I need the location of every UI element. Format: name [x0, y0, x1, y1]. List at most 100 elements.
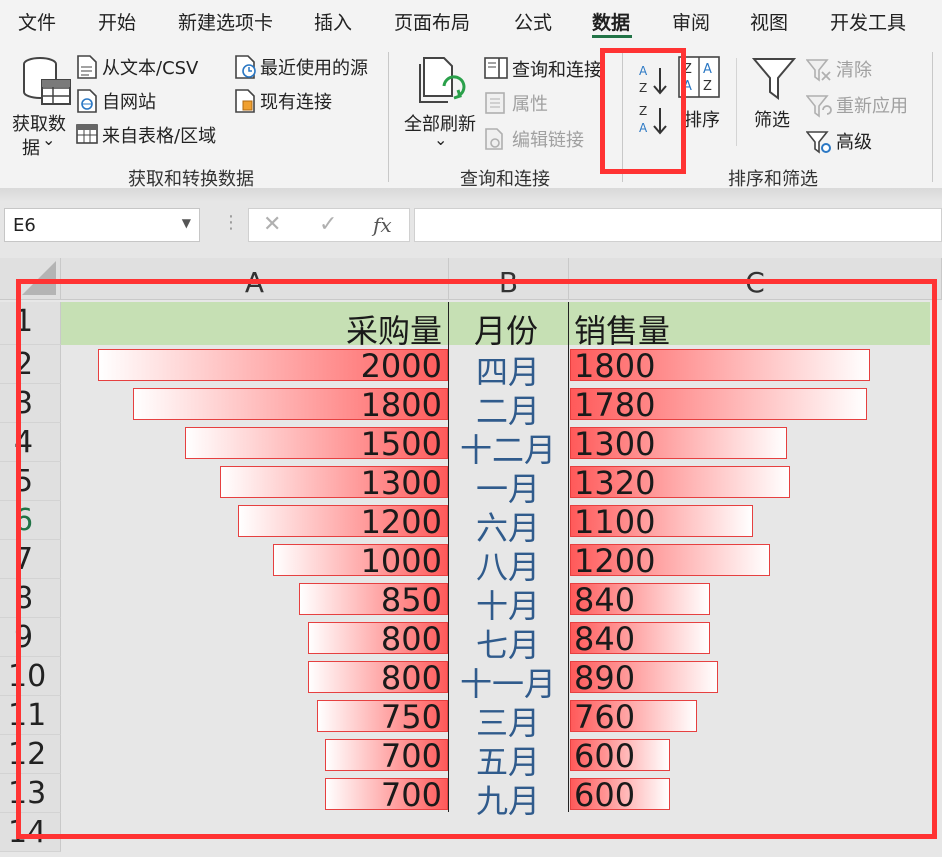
cell-purchase[interactable]: 800: [250, 620, 442, 658]
cell-purchase[interactable]: 1500: [250, 425, 442, 463]
svg-text:A: A: [639, 121, 648, 135]
row-header-6[interactable]: 6: [0, 501, 61, 540]
get-data-button[interactable]: 获取数 据 ⌄: [8, 50, 72, 160]
queries-connections-label: 查询和连接: [512, 60, 602, 81]
from-table-button[interactable]: 来自表格/区域: [76, 122, 236, 148]
tab-view[interactable]: 视图: [750, 8, 788, 35]
insert-function-icon[interactable]: fx: [373, 213, 392, 237]
name-box[interactable]: E6 ▼: [4, 208, 200, 242]
row-header-9[interactable]: 9: [0, 618, 61, 657]
tab-home[interactable]: 开始: [98, 8, 136, 35]
edit-links-label: 编辑链接: [512, 130, 584, 151]
row-header-12[interactable]: 12: [0, 735, 61, 774]
row-header-4[interactable]: 4: [0, 423, 61, 462]
header-cell-purchase[interactable]: 采购量: [250, 306, 442, 352]
group-divider: [622, 52, 623, 182]
existing-connections-button[interactable]: 现有连接: [234, 88, 344, 114]
row-header-8[interactable]: 8: [0, 579, 61, 618]
cell-purchase[interactable]: 1200: [250, 503, 442, 541]
svg-text:A: A: [703, 62, 712, 77]
chevron-down-icon: ⌄: [434, 130, 448, 149]
column-header-a[interactable]: A: [61, 258, 449, 300]
tab-file[interactable]: 文件: [18, 8, 56, 35]
row-header-3[interactable]: 3: [0, 384, 61, 423]
active-tab-underline: [592, 35, 632, 38]
group-divider: [388, 52, 389, 182]
cell-sales[interactable]: 1200: [574, 542, 655, 580]
row-header-10[interactable]: 10: [0, 657, 61, 696]
worksheet[interactable]: A B C 1 2 3 4 5 6 7 8 9 10 11 12 13 14 采购量 月份 销售量 200…: [0, 258, 942, 857]
filter-button[interactable]: 筛选: [748, 54, 800, 134]
queries-connections-button[interactable]: 查询和连接: [484, 56, 614, 82]
row-header-13[interactable]: 13: [0, 774, 61, 813]
formula-buttons: ✕ ✓ fx: [248, 208, 410, 242]
tab-insert[interactable]: 插入: [314, 8, 352, 35]
cell-purchase[interactable]: 1800: [250, 386, 442, 424]
sort-ascending-button[interactable]: A Z: [636, 62, 670, 98]
advanced-filter-icon: [806, 131, 831, 154]
from-text-csv-button[interactable]: 从文本/CSV: [76, 54, 216, 80]
column-header-c[interactable]: C: [569, 258, 942, 300]
cell-purchase[interactable]: 800: [250, 659, 442, 697]
cancel-icon[interactable]: ✕: [263, 212, 281, 237]
cell-sales[interactable]: 760: [574, 698, 635, 736]
tab-new-tab[interactable]: 新建选项卡: [178, 8, 273, 35]
row-header-5[interactable]: 5: [0, 462, 61, 501]
column-divider: [568, 302, 569, 812]
row-header-2[interactable]: 2: [0, 345, 61, 384]
edit-links-icon: [485, 128, 503, 150]
cell-sales[interactable]: 1300: [574, 425, 655, 463]
cell-purchase[interactable]: 700: [250, 737, 442, 775]
properties-button: 属性: [484, 90, 574, 116]
cell-sales[interactable]: 1800: [574, 347, 655, 385]
sort-a-to-z-icon: A Z: [639, 64, 667, 95]
column-header-b[interactable]: B: [449, 258, 569, 300]
row-header-7[interactable]: 7: [0, 540, 61, 579]
edit-links-button: 编辑链接: [484, 126, 594, 152]
database-table-icon: [23, 57, 71, 105]
tab-data[interactable]: 数据: [592, 8, 630, 35]
properties-icon: [485, 92, 505, 114]
cell-month[interactable]: 九月: [452, 776, 564, 822]
cell-sales[interactable]: 1780: [574, 386, 655, 424]
from-web-button[interactable]: 自网站: [76, 88, 186, 114]
cell-sales[interactable]: 600: [574, 737, 635, 775]
chevron-down-icon[interactable]: ▼: [182, 216, 191, 230]
cell-purchase[interactable]: 1000: [250, 542, 442, 580]
recent-sources-button[interactable]: 最近使用的源: [234, 54, 374, 80]
row-header-1[interactable]: 1: [0, 302, 61, 345]
table-range-icon: [76, 124, 98, 144]
cell-sales[interactable]: 840: [574, 620, 635, 658]
clear-filter-label: 清除: [836, 60, 872, 81]
header-cell-month[interactable]: 月份: [474, 306, 538, 352]
advanced-filter-button[interactable]: 高级: [806, 128, 896, 154]
cell-purchase[interactable]: 750: [250, 698, 442, 736]
cell-sales[interactable]: 600: [574, 776, 635, 814]
tab-review[interactable]: 审阅: [672, 8, 710, 35]
formula-input[interactable]: [414, 208, 942, 242]
enter-check-icon[interactable]: ✓: [319, 212, 337, 237]
select-all-button[interactable]: [0, 258, 61, 300]
sort-descending-button[interactable]: Z A: [636, 102, 670, 138]
resize-handle-icon[interactable]: ⋮: [222, 212, 240, 233]
sort-button[interactable]: Z A A Z 排序: [674, 54, 722, 134]
cell-sales[interactable]: 890: [574, 659, 635, 697]
header-cell-sales[interactable]: 销售量: [574, 306, 670, 352]
cell-purchase[interactable]: 2000: [250, 347, 442, 385]
cell-purchase[interactable]: 700: [250, 776, 442, 814]
refresh-all-button[interactable]: 全部刷新 ⌄: [400, 50, 480, 160]
refresh-all-icon: [419, 57, 466, 103]
sort-label: 排序: [684, 110, 720, 131]
cell-sales[interactable]: 1320: [574, 464, 655, 502]
cell-sales[interactable]: 1100: [574, 503, 655, 541]
web-page-icon: [77, 89, 97, 113]
cell-purchase[interactable]: 1300: [250, 464, 442, 502]
tab-formulas[interactable]: 公式: [514, 8, 552, 35]
existing-connections-label: 现有连接: [260, 92, 332, 113]
tab-developer[interactable]: 开发工具: [830, 8, 906, 35]
cell-purchase[interactable]: 850: [250, 581, 442, 619]
cell-sales[interactable]: 840: [574, 581, 635, 619]
tab-page-layout[interactable]: 页面布局: [394, 8, 470, 35]
row-header-14[interactable]: 14: [0, 813, 61, 852]
row-header-11[interactable]: 11: [0, 696, 61, 735]
